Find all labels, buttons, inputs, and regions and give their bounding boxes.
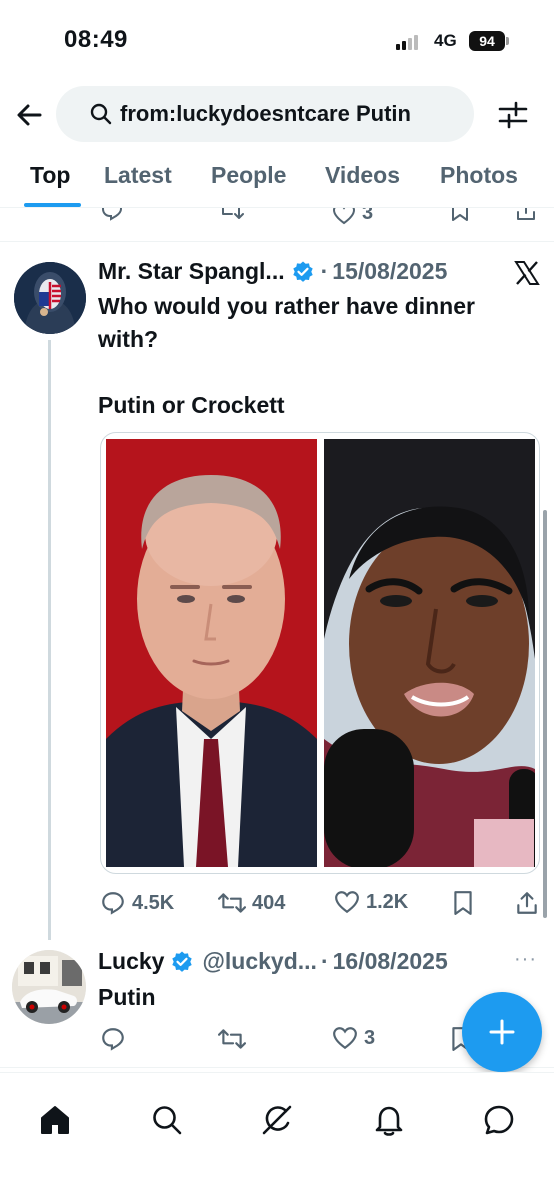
scrollbar[interactable] bbox=[543, 510, 547, 918]
tweet-date: 15/08/2025 bbox=[332, 258, 448, 284]
tweet-date: 16/08/2025 bbox=[332, 948, 448, 974]
reply-button[interactable] bbox=[100, 1026, 126, 1052]
previous-tweet-actions: 3 bbox=[0, 208, 554, 242]
battery-indicator: 94 bbox=[469, 31, 505, 51]
compose-button[interactable] bbox=[462, 992, 542, 1072]
verified-icon bbox=[172, 951, 193, 972]
tab-latest[interactable]: Latest bbox=[104, 162, 172, 189]
search-input[interactable]: from:luckydoesntcare Putin bbox=[56, 86, 474, 142]
avatar[interactable] bbox=[14, 262, 86, 334]
reply-icon bbox=[102, 1028, 124, 1051]
filter-icon[interactable] bbox=[496, 98, 530, 132]
like-icon bbox=[333, 1027, 357, 1050]
author-handle[interactable]: @luckyd... bbox=[202, 948, 316, 975]
bottom-navigation bbox=[0, 1072, 554, 1200]
author-name[interactable]: Lucky bbox=[98, 948, 164, 975]
explore-icon[interactable] bbox=[150, 1103, 184, 1137]
grok-icon[interactable] bbox=[260, 1103, 294, 1137]
separator-dot: · bbox=[320, 258, 329, 284]
share-button[interactable] bbox=[514, 890, 540, 916]
tweet[interactable]: Mr. Star Spangl... · 15/08/2025 Who woul… bbox=[0, 244, 554, 940]
thread-line bbox=[48, 340, 51, 940]
status-bar: 08:49 4G 94 bbox=[0, 0, 554, 80]
messages-icon[interactable] bbox=[482, 1103, 516, 1137]
tab-photos[interactable]: Photos bbox=[440, 162, 518, 189]
separator-dot: · bbox=[320, 948, 329, 974]
share-icon bbox=[517, 892, 537, 914]
search-icon bbox=[90, 103, 112, 125]
retweet-icon bbox=[218, 1029, 246, 1049]
retweet-button[interactable]: 404 bbox=[218, 890, 285, 916]
retweet-count: 404 bbox=[252, 891, 286, 914]
reply-icon bbox=[102, 892, 124, 915]
tweet-text: Who would you rather have dinner with? P… bbox=[98, 290, 538, 422]
tab-top[interactable]: Top bbox=[30, 162, 70, 189]
back-arrow-icon[interactable] bbox=[12, 98, 46, 132]
like-button[interactable]: 3 bbox=[332, 1026, 375, 1050]
reply-icon bbox=[101, 208, 123, 221]
tweet-actions: 4.5K 404 1.2K bbox=[0, 884, 554, 924]
tweet-text-line: Putin or Crockett bbox=[98, 392, 285, 418]
verified-icon bbox=[292, 261, 313, 282]
share-icon bbox=[517, 208, 535, 220]
tab-videos[interactable]: Videos bbox=[325, 162, 400, 189]
like-count: 3 bbox=[362, 208, 374, 224]
bookmark-button[interactable] bbox=[450, 208, 470, 222]
x-logo-icon bbox=[514, 261, 540, 285]
bookmark-icon bbox=[454, 891, 472, 915]
status-time: 08:49 bbox=[64, 26, 128, 53]
tweet-text-line: Who would you rather have dinner with? bbox=[98, 293, 475, 352]
media-image-right[interactable] bbox=[324, 439, 535, 867]
tweet-header: Lucky @luckyd... · 16/08/2025 bbox=[98, 948, 448, 975]
author-name[interactable]: Mr. Star Spangl... bbox=[98, 258, 285, 285]
notifications-icon[interactable] bbox=[372, 1103, 406, 1137]
tab-people[interactable]: People bbox=[211, 162, 286, 189]
share-button[interactable] bbox=[514, 208, 538, 222]
search-tabs: Top Latest People Videos Photos bbox=[0, 150, 554, 208]
retweet-icon bbox=[218, 893, 246, 913]
home-icon[interactable] bbox=[38, 1103, 72, 1137]
search-query: from:luckydoesntcare Putin bbox=[120, 101, 411, 126]
like-count: 3 bbox=[364, 1026, 376, 1049]
compose-icon bbox=[489, 1019, 515, 1045]
active-tab-indicator bbox=[24, 203, 81, 207]
battery-tip bbox=[506, 37, 509, 45]
avatar[interactable] bbox=[12, 950, 86, 1024]
retweet-button[interactable] bbox=[218, 208, 244, 222]
like-icon bbox=[332, 208, 356, 224]
network-type: 4G bbox=[434, 31, 457, 50]
like-button[interactable]: 3 bbox=[332, 208, 373, 225]
search-header: from:luckydoesntcare Putin bbox=[0, 80, 554, 150]
reply-button[interactable]: 4.5K bbox=[100, 890, 174, 916]
retweet-button[interactable] bbox=[218, 1026, 246, 1052]
tweet-text: Putin bbox=[98, 984, 156, 1010]
media-image-left[interactable] bbox=[106, 439, 317, 867]
tweet-header: Mr. Star Spangl... · 15/08/2025 bbox=[98, 258, 447, 285]
reply-count: 4.5K bbox=[132, 891, 175, 914]
like-icon bbox=[335, 891, 359, 914]
retweet-icon bbox=[222, 208, 244, 219]
bookmark-button[interactable] bbox=[452, 890, 474, 916]
tweet-media[interactable] bbox=[100, 432, 540, 874]
reply-button[interactable] bbox=[100, 208, 124, 222]
more-options-button[interactable]: ··· bbox=[514, 948, 537, 971]
signal-icon bbox=[396, 34, 424, 50]
bookmark-icon bbox=[452, 208, 468, 221]
like-button[interactable]: 1.2K bbox=[334, 890, 408, 914]
like-count: 1.2K bbox=[366, 890, 409, 913]
